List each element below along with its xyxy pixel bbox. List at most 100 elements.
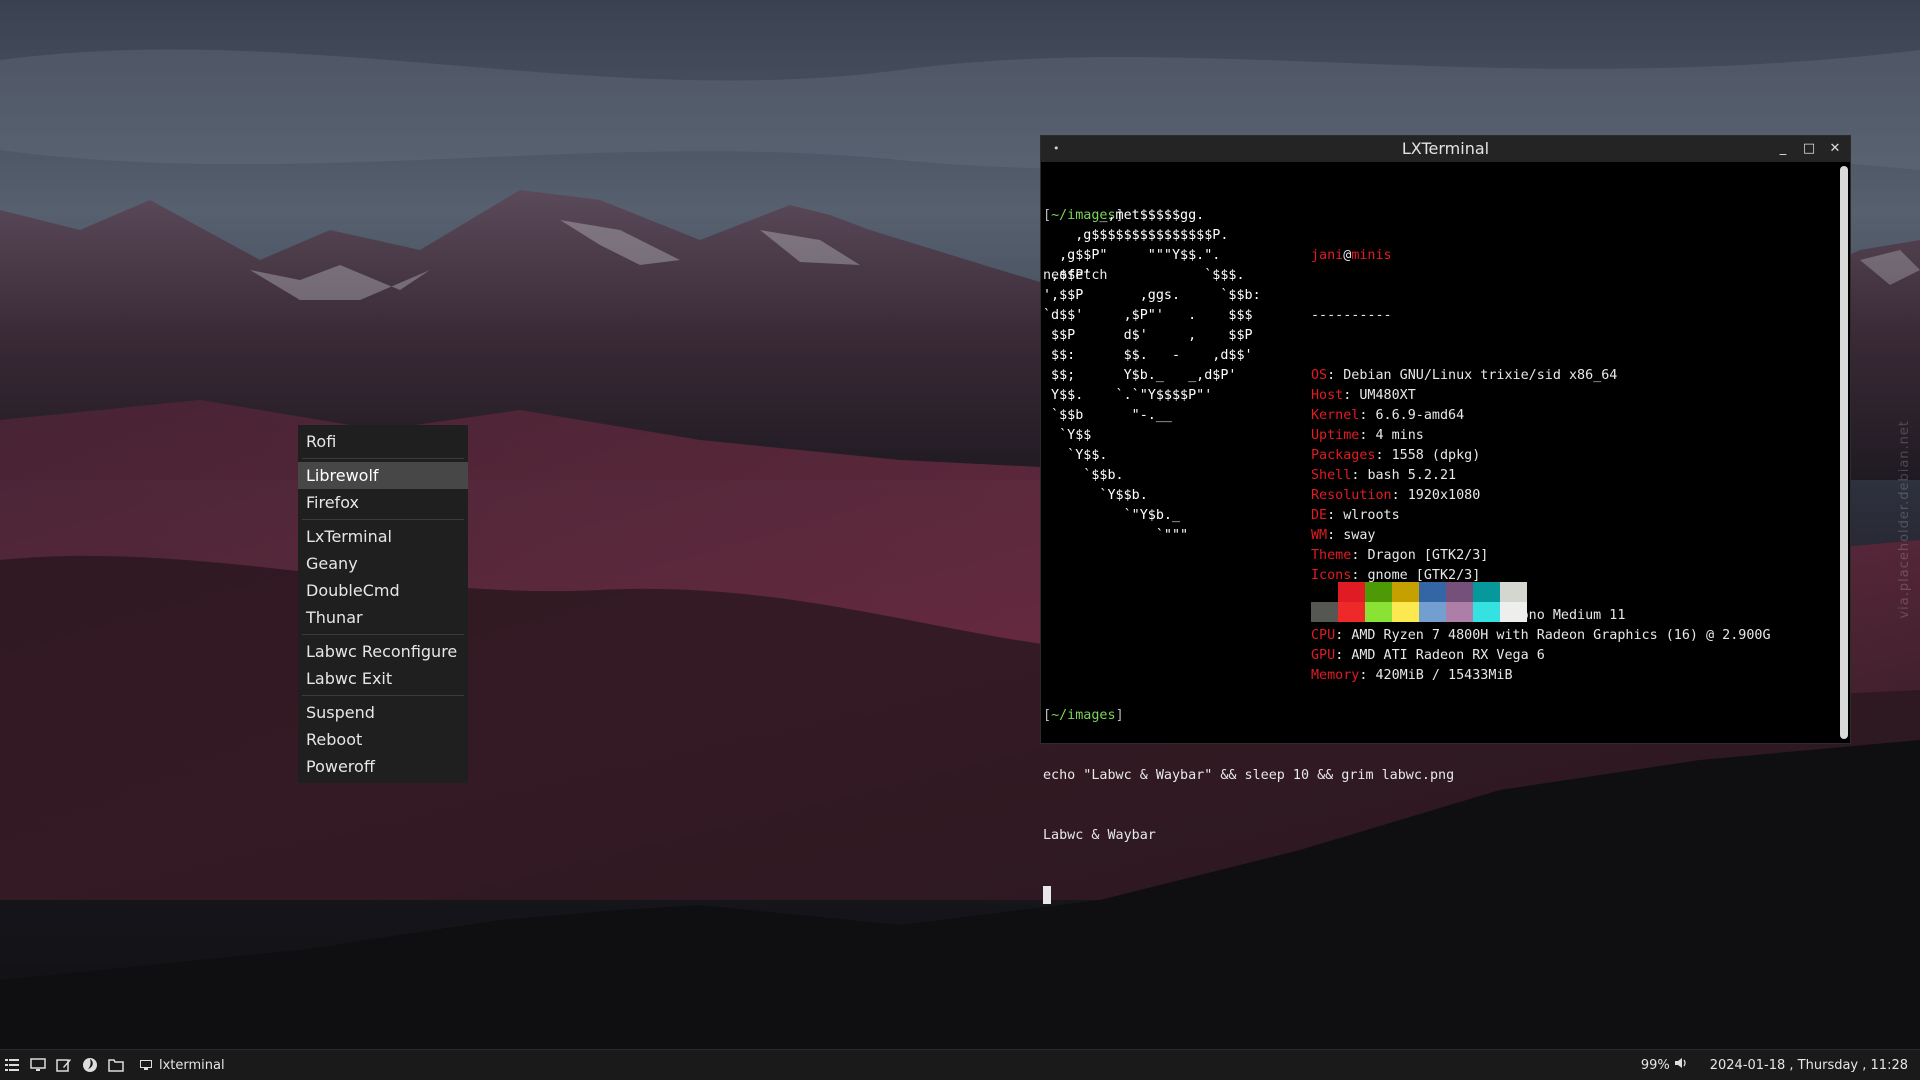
palette-swatch bbox=[1392, 602, 1419, 622]
menu-item-labwc-exit[interactable]: Labwc Exit bbox=[298, 665, 468, 692]
info-row-kernel: Kernel: 6.6.9-amd64 bbox=[1311, 406, 1771, 426]
info-colon: : bbox=[1359, 408, 1376, 423]
wallpaper-watermark: via.placeholder.debian.net bbox=[1897, 420, 1912, 619]
info-value: 1920x1080 bbox=[1407, 488, 1481, 503]
terminal-icon bbox=[138, 1057, 154, 1073]
info-row-theme: Theme: Dragon [GTK2/3] bbox=[1311, 546, 1771, 566]
info-colon: : bbox=[1327, 368, 1344, 383]
info-separator: ---------- bbox=[1311, 308, 1392, 323]
logo-line: $$; Y$b._ _,d$P' bbox=[1043, 368, 1237, 383]
host-name: minis bbox=[1351, 248, 1392, 263]
window-title: LXTerminal bbox=[1401, 139, 1490, 158]
logo-line: `Y$$. bbox=[1043, 448, 1108, 463]
text-editor-icon[interactable] bbox=[56, 1057, 72, 1073]
taskbar-item-lxterminal[interactable]: lxterminal bbox=[138, 1057, 225, 1073]
info-value: UM480XT bbox=[1359, 388, 1416, 403]
logo-line: `Y$$ bbox=[1043, 428, 1092, 443]
window-menu-icon[interactable]: • bbox=[1053, 136, 1060, 162]
info-value: AMD ATI Radeon RX Vega 6 bbox=[1351, 648, 1545, 663]
logo-line: `"Y$b._ bbox=[1043, 508, 1181, 523]
info-key: Theme bbox=[1311, 548, 1352, 563]
info-colon: : bbox=[1351, 548, 1368, 563]
text-cursor bbox=[1043, 886, 1051, 904]
logo-line: $$P d$' , $$P bbox=[1043, 328, 1253, 343]
info-value: Debian GNU/Linux trixie/sid x86_64 bbox=[1343, 368, 1618, 383]
color-palette bbox=[1311, 582, 1527, 622]
speaker-icon[interactable] bbox=[1674, 1057, 1688, 1073]
menu-item-thunar[interactable]: Thunar bbox=[298, 604, 468, 631]
menu-list-icon[interactable] bbox=[4, 1057, 20, 1073]
palette-swatch bbox=[1473, 582, 1500, 602]
info-colon: : bbox=[1351, 468, 1368, 483]
info-row-shell: Shell: bash 5.2.21 bbox=[1311, 466, 1771, 486]
logo-line: Y$$. `.`"Y$$$$P"' bbox=[1043, 388, 1213, 403]
close-icon[interactable]: ✕ bbox=[1828, 136, 1842, 162]
palette-swatch bbox=[1473, 602, 1500, 622]
info-key: GPU bbox=[1311, 648, 1336, 663]
info-key: OS bbox=[1311, 368, 1328, 383]
info-key: Uptime bbox=[1311, 428, 1360, 443]
logo-line: ',$$P ,ggs. `$$b: bbox=[1043, 288, 1261, 303]
logo-line: `Y$$b. bbox=[1043, 488, 1148, 503]
folder-icon[interactable] bbox=[108, 1057, 124, 1073]
menu-item-librewolf[interactable]: Librewolf bbox=[298, 462, 468, 489]
info-row-packages: Packages: 1558 (dpkg) bbox=[1311, 446, 1771, 466]
logo-line: `d$$' ,$P"' . $$$ bbox=[1043, 308, 1253, 323]
info-colon: : bbox=[1351, 568, 1368, 583]
taskbar: lxterminal 99% 2024-01-18 , Thursday , 1… bbox=[0, 1049, 1920, 1080]
palette-swatch bbox=[1311, 582, 1338, 602]
info-colon: : bbox=[1335, 648, 1352, 663]
desktop-monitor-icon[interactable] bbox=[30, 1057, 46, 1073]
logo-line: ,g$$P" """Y$$.". bbox=[1043, 248, 1221, 263]
root-menu: Rofi Librewolf Firefox LxTerminal Geany Doubl… bbox=[298, 425, 468, 783]
info-key: DE bbox=[1311, 508, 1328, 523]
menu-item-rofi[interactable]: Rofi bbox=[298, 428, 468, 455]
info-key: Host bbox=[1311, 388, 1344, 403]
logo-line: `$$b. bbox=[1043, 468, 1124, 483]
palette-swatch bbox=[1446, 602, 1473, 622]
info-value: Dragon [GTK2/3] bbox=[1367, 548, 1489, 563]
info-colon: : bbox=[1359, 428, 1376, 443]
palette-swatch bbox=[1392, 582, 1419, 602]
menu-item-lxterminal[interactable]: LxTerminal bbox=[298, 523, 468, 550]
cursor-line bbox=[1043, 886, 1454, 907]
taskbar-item-label: lxterminal bbox=[159, 1057, 225, 1073]
battery-volume-status[interactable]: 99% bbox=[1641, 1057, 1688, 1073]
info-key: CPU bbox=[1311, 628, 1336, 643]
lxterminal-window[interactable]: • LXTerminal _ □ ✕ [~/images] neofetch _… bbox=[1041, 136, 1850, 904]
palette-swatch bbox=[1365, 582, 1392, 602]
menu-item-poweroff[interactable]: Poweroff bbox=[298, 753, 468, 780]
menu-item-reboot[interactable]: Reboot bbox=[298, 726, 468, 753]
info-row-os: OS: Debian GNU/Linux trixie/sid x86_64 bbox=[1311, 366, 1771, 386]
info-row-de: DE: wlroots bbox=[1311, 506, 1771, 526]
debian-ascii-logo: _,met$$$$$gg. ,g$$$$$$$$$$$$$$$P. ,g$$P"… bbox=[1043, 206, 1261, 546]
window-titlebar[interactable]: • LXTerminal _ □ ✕ bbox=[1041, 136, 1850, 162]
menu-item-geany[interactable]: Geany bbox=[298, 550, 468, 577]
menu-item-suspend[interactable]: Suspend bbox=[298, 699, 468, 726]
browser-icon[interactable] bbox=[82, 1057, 98, 1073]
logo-line: ,$$P' `$$$. bbox=[1043, 268, 1245, 283]
info-row-wm: WM: sway bbox=[1311, 526, 1771, 546]
menu-separator bbox=[302, 634, 464, 635]
maximize-icon[interactable]: □ bbox=[1802, 136, 1816, 162]
menu-separator bbox=[302, 519, 464, 520]
palette-swatch bbox=[1338, 582, 1365, 602]
info-key: Icons bbox=[1311, 568, 1352, 583]
command-output-2: Labwc & Waybar bbox=[1043, 828, 1156, 843]
scrollbar[interactable] bbox=[1840, 166, 1848, 739]
menu-item-doublecmd[interactable]: DoubleCmd bbox=[298, 577, 468, 604]
clock[interactable]: 2024-01-18 , Thursday , 11:28 bbox=[1710, 1058, 1908, 1073]
terminal-output[interactable]: [~/images] neofetch _,met$$$$$gg. ,g$$$$… bbox=[1043, 166, 1836, 904]
menu-item-labwc-reconfigure[interactable]: Labwc Reconfigure bbox=[298, 638, 468, 665]
menu-item-firefox[interactable]: Firefox bbox=[298, 489, 468, 516]
logo-line: _,met$$$$$gg. bbox=[1043, 208, 1205, 223]
info-value: gnome [GTK2/3] bbox=[1367, 568, 1481, 583]
user-host: jani@minis bbox=[1311, 248, 1392, 263]
info-row-uptime: Uptime: 4 mins bbox=[1311, 426, 1771, 446]
info-row-host: Host: UM480XT bbox=[1311, 386, 1771, 406]
info-value: 1558 (dpkg) bbox=[1391, 448, 1481, 463]
minimize-icon[interactable]: _ bbox=[1776, 136, 1790, 162]
palette-swatch bbox=[1338, 602, 1365, 622]
info-colon: : bbox=[1391, 488, 1408, 503]
info-key: WM bbox=[1311, 528, 1328, 543]
